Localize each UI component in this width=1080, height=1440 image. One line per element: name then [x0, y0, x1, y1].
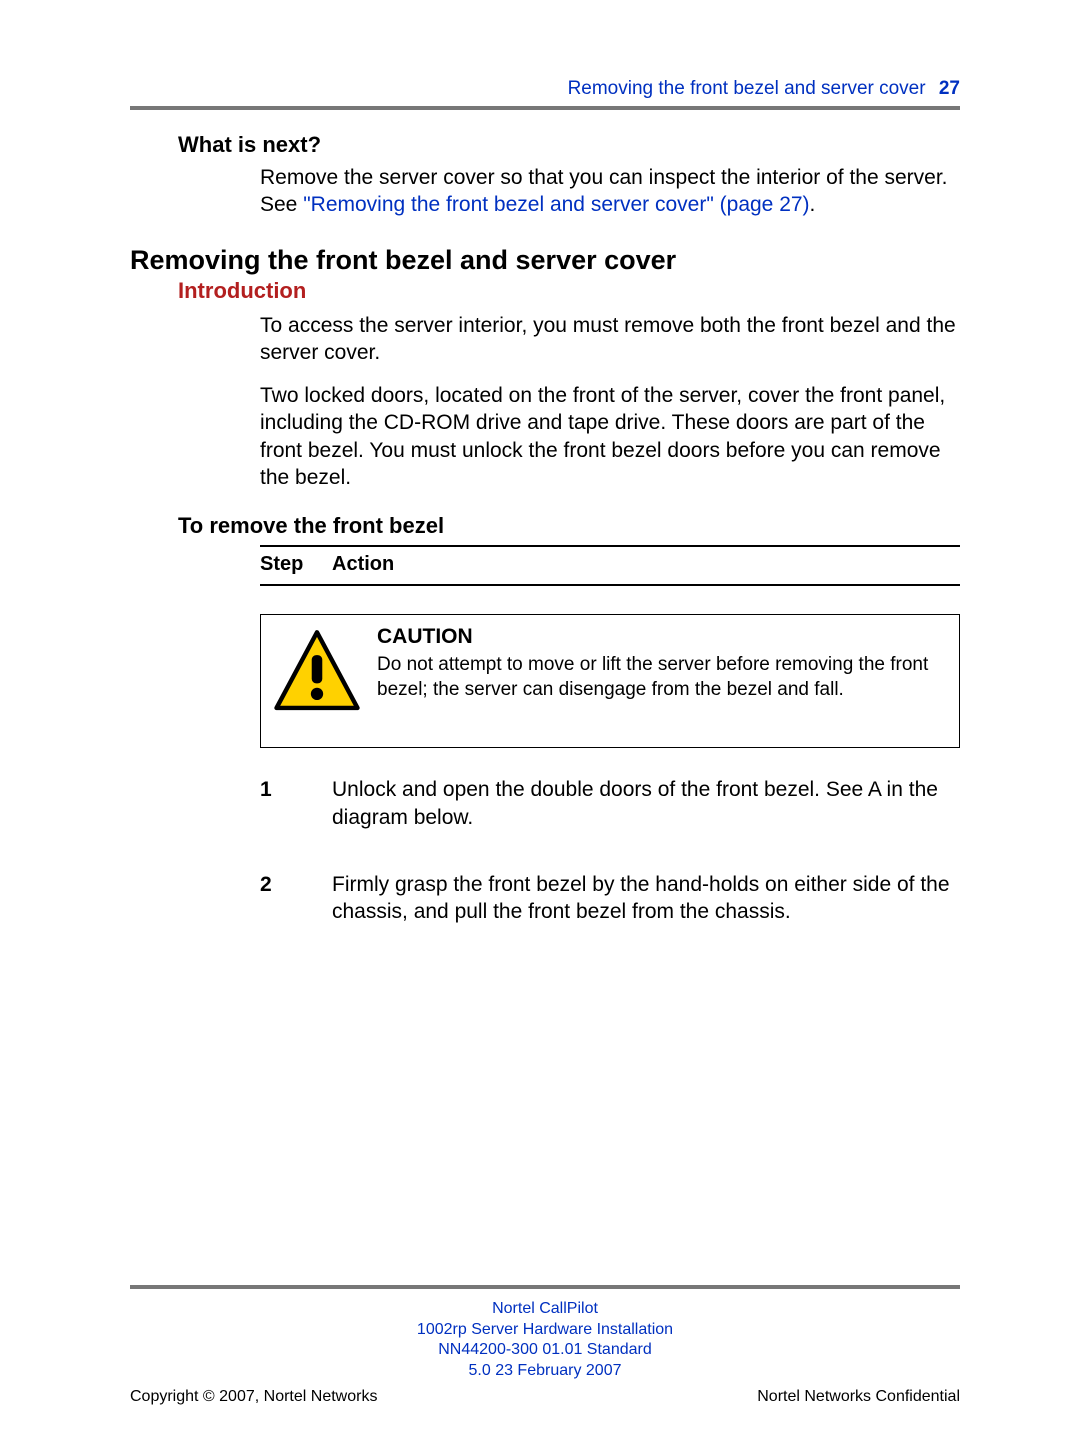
page-footer: Nortel CallPilot 1002rp Server Hardware … [130, 1285, 960, 1406]
caution-body: Do not attempt to move or lift the serve… [377, 653, 949, 702]
procedure-mid-rule [260, 584, 960, 586]
what-next-body: Remove the server cover so that you can … [260, 164, 960, 219]
running-header: Removing the front bezel and server cove… [130, 78, 960, 100]
heading-procedure: To remove the front bezel [178, 513, 960, 539]
footer-line-3: NN44200-300 01.01 Standard [130, 1340, 960, 1361]
caution-title: CAUTION [377, 625, 949, 649]
footer-line-1: Nortel CallPilot [130, 1299, 960, 1320]
footer-line-2: 1002rp Server Hardware Installation [130, 1320, 960, 1341]
intro-para-1: To access the server interior, you must … [260, 312, 960, 367]
step-num-1: 1 [260, 776, 332, 831]
what-next-paragraph: Remove the server cover so that you can … [260, 164, 960, 219]
step-label: Step [260, 553, 332, 576]
footer-line-4: 5.0 23 February 2007 [130, 1361, 960, 1382]
cross-ref-link[interactable]: "Removing the front bezel and server cov… [303, 193, 809, 216]
step-action-header: Step Action [260, 553, 960, 576]
warning-icon [271, 625, 363, 717]
footer-confidential: Nortel Networks Confidential [757, 1388, 960, 1406]
document-page: Removing the front bezel and server cove… [0, 0, 1080, 1440]
running-header-title: Removing the front bezel and server cove… [568, 78, 926, 99]
step-row-2: 2 Firmly grasp the front bezel by the ha… [260, 871, 960, 926]
heading-introduction: Introduction [178, 278, 960, 304]
caution-box: CAUTION Do not attempt to move or lift t… [260, 614, 960, 748]
intro-body: To access the server interior, you must … [260, 312, 960, 492]
action-label: Action [332, 553, 394, 576]
heading-what-is-next: What is next? [178, 132, 960, 158]
intro-para-2: Two locked doors, located on the front o… [260, 382, 960, 491]
step-num-2: 2 [260, 871, 332, 926]
step-text-2: Firmly grasp the front bezel by the hand… [332, 871, 960, 926]
heading-main: Removing the front bezel and server cove… [130, 245, 960, 276]
caution-text: CAUTION Do not attempt to move or lift t… [377, 625, 949, 702]
page-number: 27 [939, 78, 960, 99]
procedure-top-rule [260, 545, 960, 547]
step-text-1: Unlock and open the double doors of the … [332, 776, 960, 831]
header-rule [130, 106, 960, 110]
step-row-1: 1 Unlock and open the double doors of th… [260, 776, 960, 831]
footer-center-block: Nortel CallPilot 1002rp Server Hardware … [130, 1299, 960, 1382]
footer-copyright: Copyright © 2007, Nortel Networks [130, 1388, 377, 1406]
procedure-steps: 1 Unlock and open the double doors of th… [260, 776, 960, 925]
footer-rule [130, 1285, 960, 1289]
footer-bottom-row: Copyright © 2007, Nortel Networks Nortel… [130, 1388, 960, 1406]
what-next-text-2: . [810, 193, 816, 216]
